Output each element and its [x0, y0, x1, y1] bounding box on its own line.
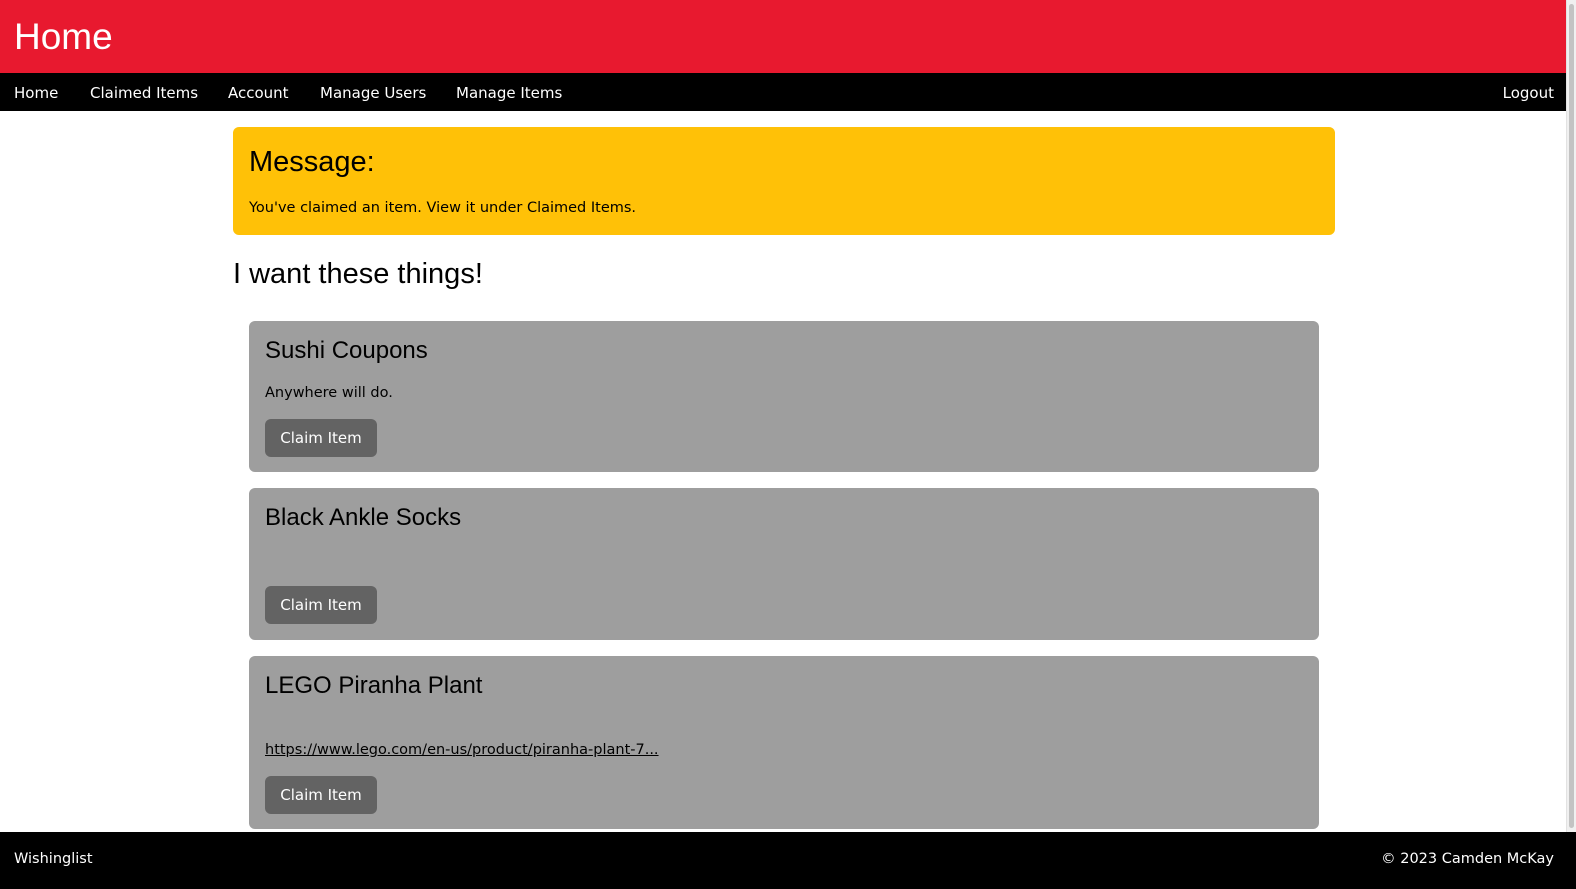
message-text: You've claimed an item. View it under Cl… [249, 200, 637, 216]
claim-item-button[interactable]: Claim Item [265, 419, 377, 457]
item-link[interactable]: https://www.lego.com/en-us/product/piran… [265, 741, 659, 759]
nav-item-account[interactable]: Account [228, 73, 289, 111]
item-title: Sushi Coupons [265, 337, 428, 364]
wishlist-heading: I want these things! [233, 258, 483, 290]
page-header: Home [0, 0, 1566, 73]
message-title: Message: [249, 146, 375, 178]
nav-bar: Home Claimed Items Account Manage Users … [0, 73, 1566, 111]
item-title: Black Ankle Socks [265, 504, 462, 531]
claim-item-button[interactable]: Claim Item [265, 586, 377, 624]
item-card-black-ankle-socks: Black Ankle Socks Claim Item [249, 488, 1319, 640]
nav-item-manage-users[interactable]: Manage Users [320, 73, 426, 111]
message-alert: Message: You've claimed an item. View it… [233, 127, 1335, 235]
vertical-scrollbar[interactable] [1566, 0, 1576, 832]
nav-item-logout[interactable]: Logout [1503, 73, 1554, 111]
footer-site-name: Wishinglist [14, 851, 93, 867]
nav-item-home[interactable]: Home [14, 73, 58, 111]
item-title: LEGO Piranha Plant [265, 672, 483, 699]
item-card-lego-piranha-plant: LEGO Piranha Plant https://www.lego.com/… [249, 656, 1319, 829]
page-title: Home [14, 16, 113, 57]
item-description: Anywhere will do. [265, 385, 393, 401]
scrollbar-thumb[interactable] [1569, 4, 1574, 828]
nav-item-claimed-items[interactable]: Claimed Items [90, 73, 198, 111]
footer-copyright: © 2023 Camden McKay [1381, 851, 1554, 867]
nav-item-manage-items[interactable]: Manage Items [456, 73, 562, 111]
claim-item-button[interactable]: Claim Item [265, 776, 377, 814]
item-card-sushi-coupons: Sushi Coupons Anywhere will do. Claim It… [249, 321, 1319, 472]
page-footer: Wishinglist © 2023 Camden McKay [0, 832, 1576, 889]
